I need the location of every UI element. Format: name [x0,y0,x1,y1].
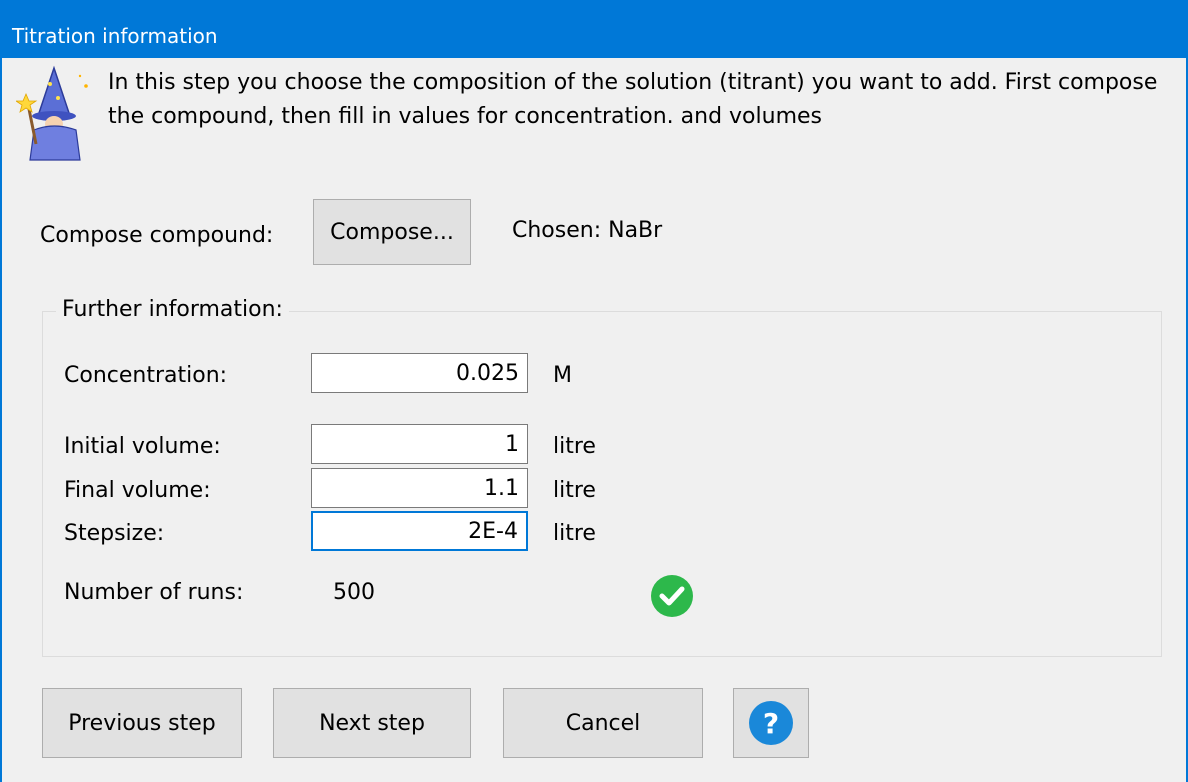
compose-compound-label: Compose compound: [40,223,274,248]
further-information-title: Further information: [56,296,289,324]
question-mark-icon: ? [749,701,793,745]
previous-step-button[interactable]: Previous step [42,688,242,758]
number-of-runs-label: Number of runs: [64,580,244,605]
help-button[interactable]: ? [733,688,809,758]
stepsize-label: Stepsize: [64,521,165,546]
final-volume-unit: litre [553,478,596,503]
initial-volume-label: Initial volume: [64,434,221,459]
concentration-field[interactable] [311,353,528,393]
stepsize-field[interactable] [311,511,528,551]
number-of-runs-value: 500 [333,580,375,605]
check-circle-icon [651,575,693,617]
window-title: Titration information [12,24,218,48]
wizard-icon [16,65,88,161]
chosen-compound-label: Chosen: NaBr [512,218,663,243]
intro-text: In this step you choose the composition … [108,70,1158,129]
final-volume-field[interactable] [311,468,528,508]
final-volume-label: Final volume: [64,478,211,503]
concentration-label: Concentration: [64,363,228,388]
title-bar: Titration information [0,0,1188,58]
compose-button[interactable]: Compose... [313,199,471,265]
concentration-unit: M [553,363,572,388]
stepsize-unit: litre [553,521,596,546]
svg-text:?: ? [763,707,779,740]
next-step-button[interactable]: Next step [273,688,471,758]
initial-volume-unit: litre [553,434,596,459]
initial-volume-field[interactable] [311,424,528,464]
cancel-button[interactable]: Cancel [503,688,703,758]
